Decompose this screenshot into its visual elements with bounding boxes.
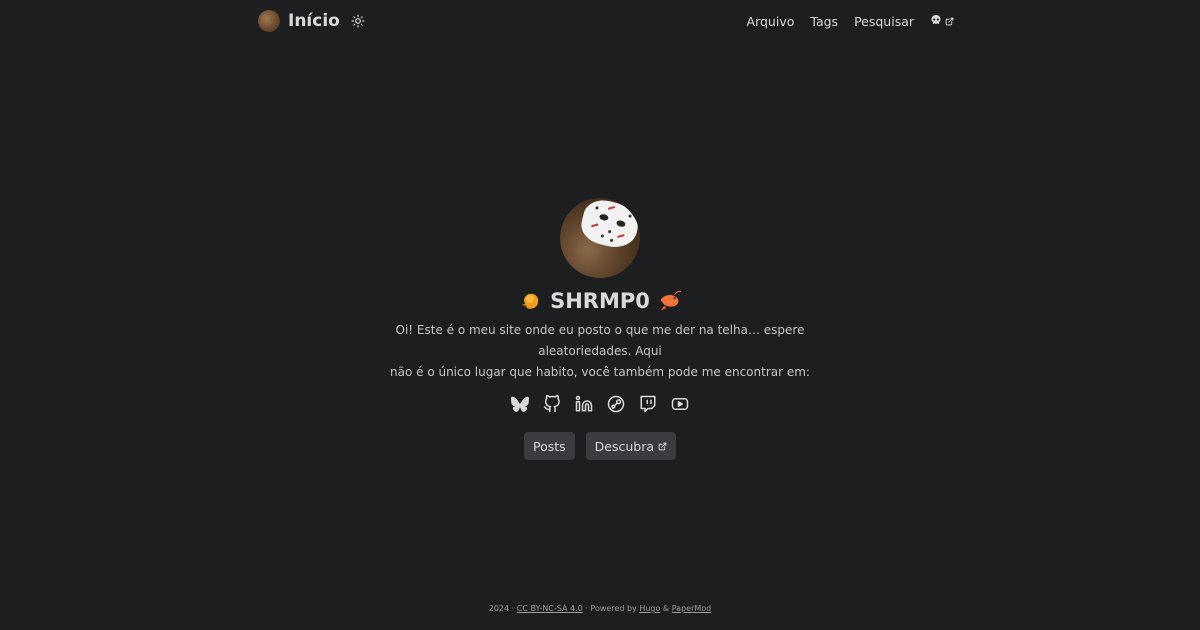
bluesky-icon[interactable] xyxy=(510,394,530,414)
footer-amp: & xyxy=(662,604,670,613)
descubra-button-label: Descubra xyxy=(594,438,655,454)
sun-icon[interactable] xyxy=(350,13,366,29)
descubra-button[interactable]: Descubra xyxy=(585,432,677,460)
profile-buttons: Posts Descubra xyxy=(523,432,677,460)
profile-section: SHRMP0 Oi! Este é o meu site onde eu pos… xyxy=(350,198,850,460)
posts-button[interactable]: Posts xyxy=(523,432,575,460)
profile-name: SHRMP0 xyxy=(550,289,650,313)
steam-icon[interactable] xyxy=(606,394,626,414)
github-icon[interactable] xyxy=(542,394,562,414)
profile-avatar xyxy=(560,198,640,278)
menu-item-external[interactable] xyxy=(930,14,954,29)
twitch-icon[interactable] xyxy=(638,394,658,414)
external-link-icon xyxy=(658,439,667,454)
youtube-icon[interactable] xyxy=(670,394,690,414)
license-link[interactable]: CC BY-NC-SA 4.0 xyxy=(517,604,583,613)
logo-avatar-icon[interactable] xyxy=(258,10,280,32)
external-link-icon xyxy=(945,14,954,29)
menu-item-arquivo[interactable]: Arquivo xyxy=(747,14,795,29)
profile-bio: Oi! Este é o meu site onde eu posto o qu… xyxy=(350,320,850,383)
menu-item-tags[interactable]: Tags xyxy=(810,14,838,29)
social-icons xyxy=(510,392,690,416)
footer-powered: · Powered by xyxy=(585,604,637,613)
main-menu: Arquivo Tags Pesquisar xyxy=(747,10,954,32)
menu-item-pesquisar[interactable]: Pesquisar xyxy=(854,14,914,29)
footer-year: 2024 · xyxy=(488,604,515,613)
posts-button-label: Posts xyxy=(532,438,566,454)
linkedin-icon[interactable] xyxy=(574,394,594,414)
home-link[interactable]: Início xyxy=(288,11,340,31)
bio-line-1: Oi! Este é o meu site onde eu posto o qu… xyxy=(395,323,805,358)
top-nav: Início Arquivo Tags Pesquisar xyxy=(0,0,1200,42)
footer: 2024 · CC BY-NC-SA 4.0 · Powered by Hugo… xyxy=(0,604,1200,613)
orange-shrimp-emoji xyxy=(518,288,544,314)
logo: Início xyxy=(258,10,366,32)
profile-title: SHRMP0 xyxy=(518,288,682,314)
skull-icon xyxy=(930,14,942,29)
bio-line-2: não é o único lugar que habito, você tam… xyxy=(390,365,810,379)
papermod-link[interactable]: PaperMod xyxy=(672,604,712,613)
hockey-mask-icon xyxy=(577,198,640,253)
shrimp-emoji xyxy=(656,288,682,314)
hugo-link[interactable]: Hugo xyxy=(639,604,660,613)
